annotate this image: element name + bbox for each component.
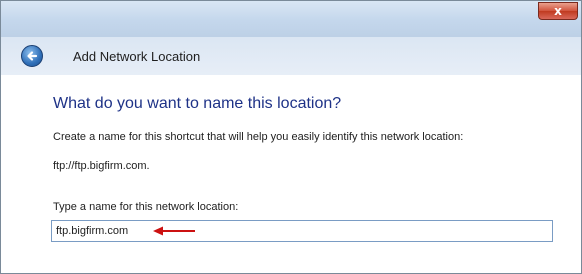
- back-button[interactable]: [21, 45, 43, 67]
- page-heading: What do you want to name this location?: [53, 95, 342, 112]
- add-network-location-window: x Add Network Location What do you want …: [0, 0, 582, 274]
- location-name-input[interactable]: [51, 220, 553, 242]
- close-button[interactable]: x: [538, 2, 578, 20]
- network-address: ftp://ftp.bigfirm.com.: [53, 160, 150, 172]
- back-arrow-icon: [27, 51, 38, 61]
- annotation-arrow-icon: [153, 226, 195, 236]
- description-text: Create a name for this shortcut that wil…: [53, 131, 464, 143]
- close-icon: x: [554, 4, 562, 18]
- wizard-title: Add Network Location: [73, 49, 201, 64]
- title-bar[interactable]: x: [1, 1, 581, 37]
- name-field-label: Type a name for this network location:: [53, 201, 239, 213]
